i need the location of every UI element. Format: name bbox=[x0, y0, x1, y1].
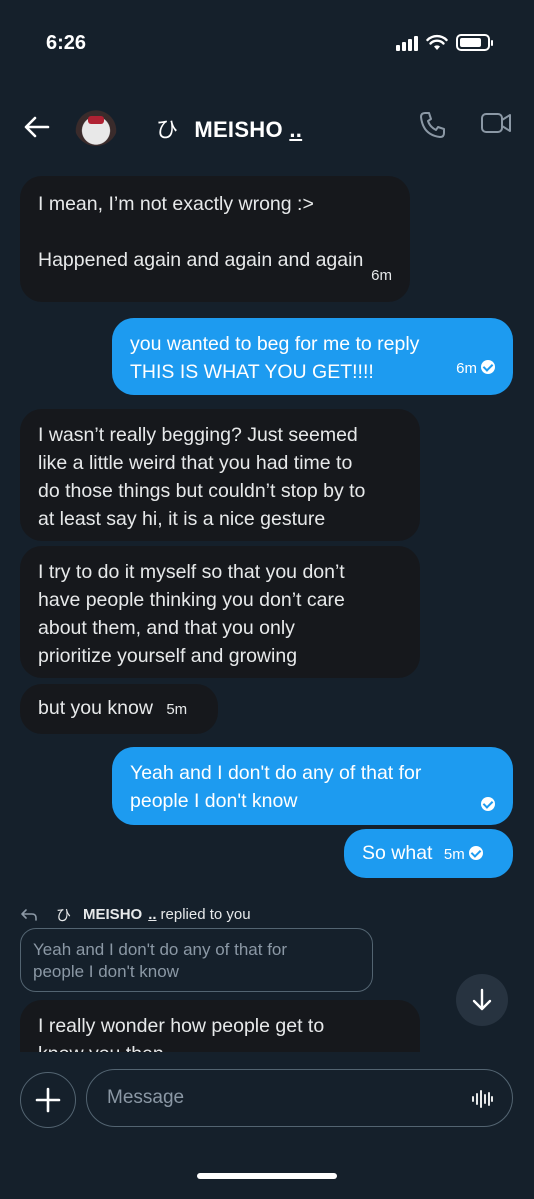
cellular-signal-icon bbox=[396, 35, 418, 51]
voice-waveform-icon[interactable] bbox=[470, 1087, 494, 1111]
message-timestamp: 6m bbox=[371, 267, 392, 284]
read-check-icon bbox=[481, 360, 495, 374]
video-call-button[interactable] bbox=[480, 110, 516, 144]
read-check-icon bbox=[468, 846, 483, 860]
message-bubble-received[interactable]: I mean, I’m not exactly wrong :> Happene… bbox=[20, 176, 410, 302]
contact-name-suffix: .. bbox=[289, 117, 303, 142]
arrow-left-icon bbox=[24, 116, 50, 138]
quoted-text: people I don't know bbox=[33, 962, 179, 981]
battery-icon bbox=[456, 34, 493, 51]
message-list[interactable]: I mean, I’m not exactly wrong :> Happene… bbox=[0, 170, 534, 1052]
message-text: at least say hi, it is a nice gesture bbox=[38, 508, 326, 530]
contact-name[interactable]: ひ MEISHO .. bbox=[156, 112, 302, 144]
message-bubble-sent[interactable]: Yeah and I don't do any of that for peop… bbox=[112, 747, 513, 825]
message-timestamp: 5m bbox=[443, 846, 465, 863]
arrow-down-icon bbox=[472, 988, 492, 1011]
home-indicator[interactable] bbox=[197, 1173, 337, 1179]
message-bubble-sent[interactable]: you wanted to beg for me to reply THIS I… bbox=[112, 318, 513, 395]
message-field[interactable] bbox=[86, 1069, 513, 1127]
reply-arrow-icon bbox=[21, 908, 37, 921]
reply-action-text: replied to you bbox=[160, 906, 251, 923]
reply-author-name: MEISHO bbox=[83, 906, 143, 923]
message-bubble-received[interactable]: I wasn’t really begging? Just seemed lik… bbox=[20, 409, 420, 541]
reply-name-glyph: ひ bbox=[56, 907, 72, 924]
message-text: Yeah and I don't do any of that for bbox=[130, 762, 422, 784]
reply-context-header: ひ MEISHO .. replied to you bbox=[20, 904, 251, 925]
message-text: have people thinking you don’t care bbox=[38, 589, 345, 611]
message-text: I mean, I’m not exactly wrong :> bbox=[38, 193, 314, 215]
quoted-text: Yeah and I don't do any of that for bbox=[33, 940, 288, 959]
back-button[interactable] bbox=[20, 110, 54, 144]
contact-name-text: MEISHO bbox=[194, 117, 283, 142]
message-bubble-received[interactable]: I try to do it myself so that you don’t … bbox=[20, 546, 420, 678]
reply-author-suffix: .. bbox=[148, 906, 157, 923]
phone-call-button[interactable] bbox=[418, 110, 452, 144]
message-text: people I don't know bbox=[130, 790, 298, 812]
message-timestamp: 6m bbox=[456, 360, 477, 377]
message-text: prioritize yourself and growing bbox=[38, 645, 298, 667]
read-check-icon bbox=[481, 797, 495, 811]
video-camera-icon bbox=[481, 113, 511, 133]
message-text: Happened again and again and again bbox=[38, 249, 364, 271]
message-text: like a little weird that you had time to bbox=[38, 452, 353, 474]
plus-icon bbox=[35, 1087, 61, 1113]
add-attachment-button[interactable] bbox=[20, 1072, 76, 1128]
message-text: THIS IS WHAT YOU GET!!!! bbox=[130, 361, 374, 383]
message-bubble-received[interactable]: I really wonder how people get to know y… bbox=[20, 1000, 420, 1052]
message-status: 6m bbox=[456, 353, 495, 383]
message-text: I really wonder how people get to bbox=[38, 1015, 325, 1037]
message-text: know you then bbox=[38, 1040, 402, 1052]
composer-bar bbox=[0, 1060, 534, 1140]
wifi-icon bbox=[426, 34, 448, 50]
message-text: So what bbox=[362, 842, 433, 864]
message-bubble-received[interactable]: but you know 5m bbox=[20, 684, 218, 734]
dm-screen: 6:26 ひ MEISHO .. I mean, I’m not exactly… bbox=[0, 0, 534, 1199]
phone-icon bbox=[420, 112, 445, 138]
message-text: about them, and that you only bbox=[38, 617, 295, 639]
message-text: I wasn’t really begging? Just seemed bbox=[38, 424, 358, 446]
message-bubble-sent[interactable]: So what 5m bbox=[344, 829, 513, 878]
status-icons bbox=[396, 34, 493, 51]
message-text: I try to do it myself so that you don’t bbox=[38, 561, 345, 583]
contact-name-glyph: ひ bbox=[156, 117, 179, 142]
message-text: you wanted to beg for me to reply bbox=[130, 333, 420, 355]
avatar[interactable] bbox=[74, 102, 118, 146]
status-bar: 6:26 bbox=[0, 0, 534, 90]
scroll-to-bottom-button[interactable] bbox=[456, 974, 508, 1026]
conversation-header: ひ MEISHO .. bbox=[0, 96, 534, 160]
message-text bbox=[38, 218, 392, 246]
status-time: 6:26 bbox=[46, 32, 87, 54]
message-timestamp: 5m bbox=[166, 701, 188, 718]
message-text: do those things but couldn’t stop by to bbox=[38, 480, 366, 502]
message-input[interactable] bbox=[107, 1070, 447, 1126]
quoted-message[interactable]: Yeah and I don't do any of that for peop… bbox=[20, 928, 373, 992]
message-text: but you know bbox=[38, 697, 153, 719]
